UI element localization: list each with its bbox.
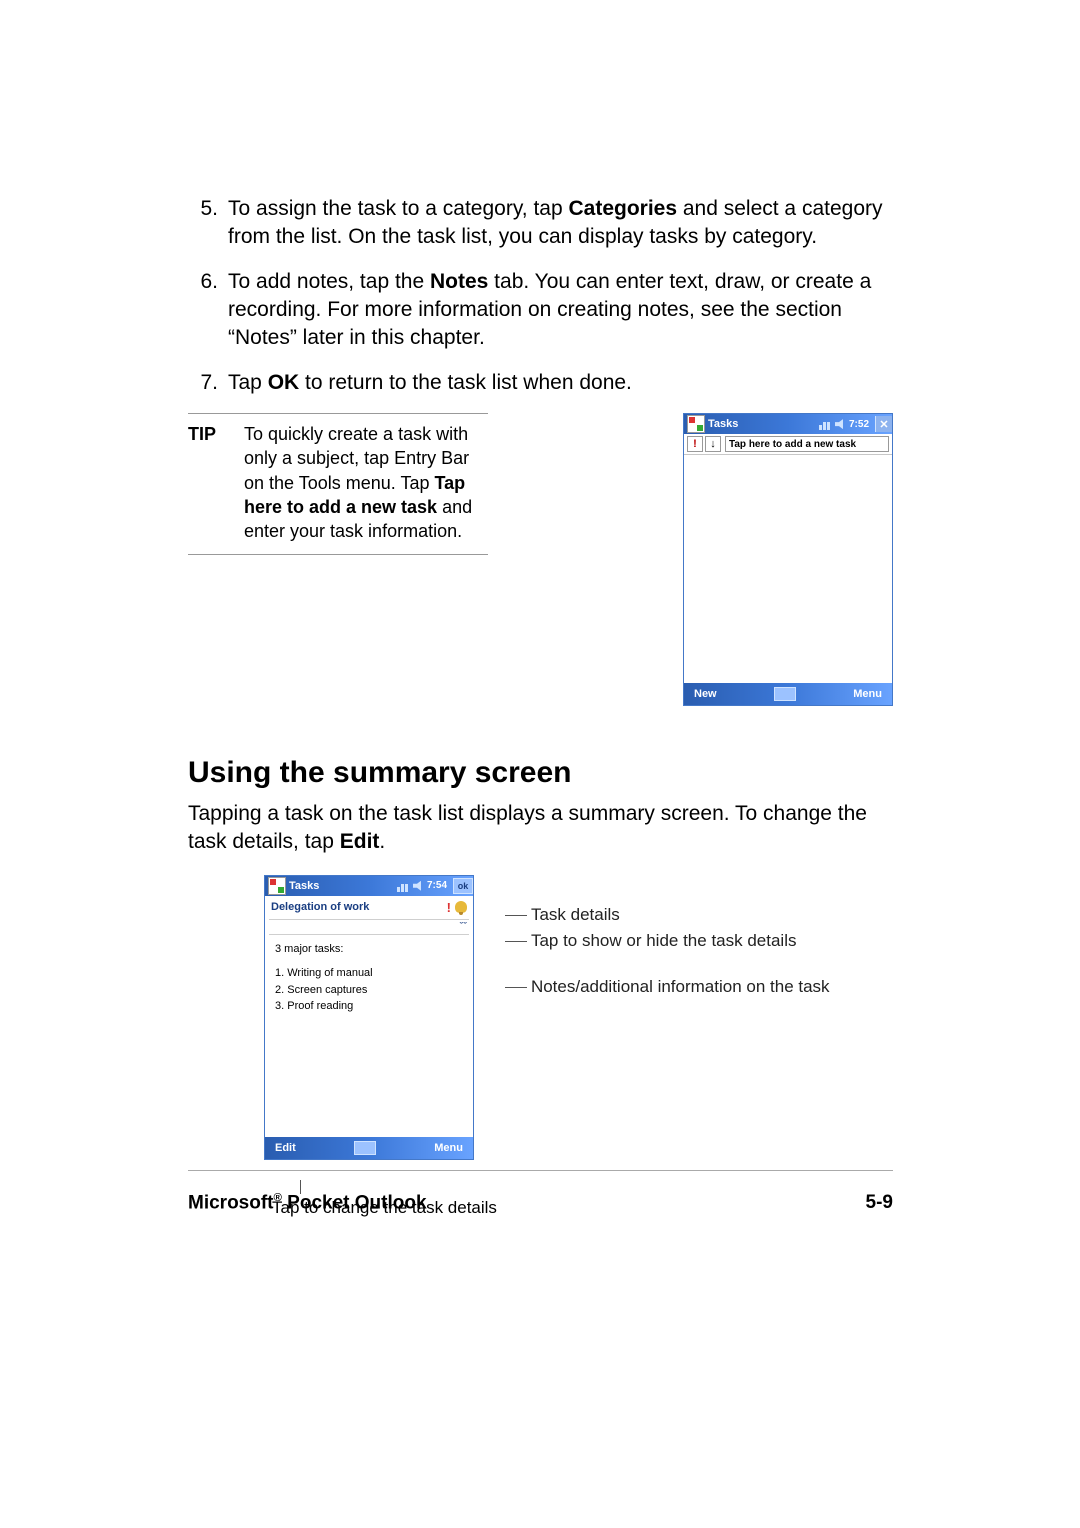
text: to return to the task list when done. <box>299 371 632 394</box>
callout-line <box>505 941 527 942</box>
signal-icon <box>397 880 409 892</box>
callout-show-hide: Tap to show or hide the task details <box>531 931 797 951</box>
page-number: 5-9 <box>866 1192 893 1214</box>
bold: Categories <box>568 197 677 220</box>
soft-key-bar: New Menu <box>684 683 892 705</box>
signal-icon <box>819 418 831 430</box>
notes-heading: 3 major tasks: <box>275 941 463 958</box>
page-footer: Microsoft® Pocket Outlook 5-9 <box>188 1192 893 1214</box>
soft-key-bar: Edit Menu <box>265 1137 473 1159</box>
callout-notes: Notes/additional information on the task <box>531 977 830 997</box>
text: . <box>379 830 385 853</box>
clock: 7:54 <box>427 880 447 891</box>
step-number: 6. <box>188 268 218 353</box>
tip-label: TIP <box>188 422 244 543</box>
titlebar: Tasks 7:52 ✕ <box>684 414 892 434</box>
bold: Edit <box>340 830 380 853</box>
softkey-menu[interactable]: Menu <box>843 688 892 700</box>
toolbar: ! ↓ Tap here to add a new task <box>684 434 892 455</box>
keyboard-icon[interactable] <box>774 687 796 701</box>
task-details-bar: Delegation of work ! <box>265 896 473 919</box>
step-7: 7. Tap OK to return to the task list whe… <box>188 369 893 397</box>
text: Tap <box>228 371 268 394</box>
bold: OK <box>268 371 300 394</box>
text: Tapping a task on the task list displays… <box>188 802 867 853</box>
section-body: Tapping a task on the task list displays… <box>188 800 893 857</box>
task-notes-area: 3 major tasks: 1. Writing of manual 2. S… <box>265 935 473 1137</box>
add-task-entry[interactable]: Tap here to add a new task <box>725 436 889 452</box>
note-line: 1. Writing of manual <box>275 965 463 982</box>
step-body: Tap OK to return to the task list when d… <box>228 369 893 397</box>
step-body: To assign the task to a category, tap Ca… <box>228 195 893 252</box>
footer-rule <box>188 1170 893 1171</box>
app-title: Tasks <box>289 880 319 892</box>
speaker-icon <box>413 881 423 891</box>
close-button[interactable]: ✕ <box>875 416 892 432</box>
app-title: Tasks <box>708 418 738 430</box>
start-icon[interactable] <box>268 877 286 895</box>
footer-title: Microsoft® Pocket Outlook <box>188 1192 427 1214</box>
step-6: 6. To add notes, tap the Notes tab. You … <box>188 268 893 353</box>
text: Pocket Outlook <box>282 1192 427 1213</box>
softkey-menu[interactable]: Menu <box>424 1142 473 1154</box>
task-subject: Delegation of work <box>271 901 369 913</box>
step-body: To add notes, tap the Notes tab. You can… <box>228 268 893 353</box>
text: To add notes, tap the <box>228 270 430 293</box>
callout-line <box>505 915 527 916</box>
bold: Notes <box>430 270 488 293</box>
note-line: 3. Proof reading <box>275 998 463 1015</box>
reminder-icon <box>455 901 467 913</box>
step-number: 7. <box>188 369 218 397</box>
tip-box: TIP To quickly create a task with only a… <box>188 413 488 554</box>
ok-button[interactable]: ok <box>453 878 473 894</box>
section-heading: Using the summary screen <box>188 756 893 790</box>
task-list-area[interactable] <box>684 455 892 683</box>
titlebar: Tasks 7:54 ok <box>265 876 473 896</box>
callout-line <box>505 987 527 988</box>
step-number: 5. <box>188 195 218 252</box>
step-5: 5. To assign the task to a category, tap… <box>188 195 893 252</box>
device-screenshot-task-summary: Tasks 7:54 ok Delegation of work ! <box>264 875 474 1160</box>
priority-icon: ! <box>447 900 451 915</box>
speaker-icon <box>835 419 845 429</box>
softkey-new[interactable]: New <box>684 688 727 700</box>
note-line: 2. Screen captures <box>275 982 463 999</box>
start-icon[interactable] <box>687 415 705 433</box>
callout-task-details: Task details <box>531 905 620 925</box>
tip-text: To quickly create a task with only a sub… <box>244 422 488 543</box>
clock: 7:52 <box>849 419 869 430</box>
registered-mark: ® <box>274 1192 282 1204</box>
keyboard-icon[interactable] <box>354 1141 376 1155</box>
softkey-edit[interactable]: Edit <box>265 1142 306 1154</box>
priority-filter-button[interactable]: ! <box>687 436 703 452</box>
expand-collapse-row[interactable]: ˇˇ <box>265 920 473 934</box>
text: Microsoft <box>188 1192 274 1213</box>
text: To assign the task to a category, tap <box>228 197 568 220</box>
sort-button[interactable]: ↓ <box>705 436 721 452</box>
chevron-down-icon[interactable]: ˇˇ <box>460 922 467 932</box>
device-screenshot-tasks-list: Tasks 7:52 ✕ ! ↓ Tap here to add a new t… <box>683 413 893 706</box>
